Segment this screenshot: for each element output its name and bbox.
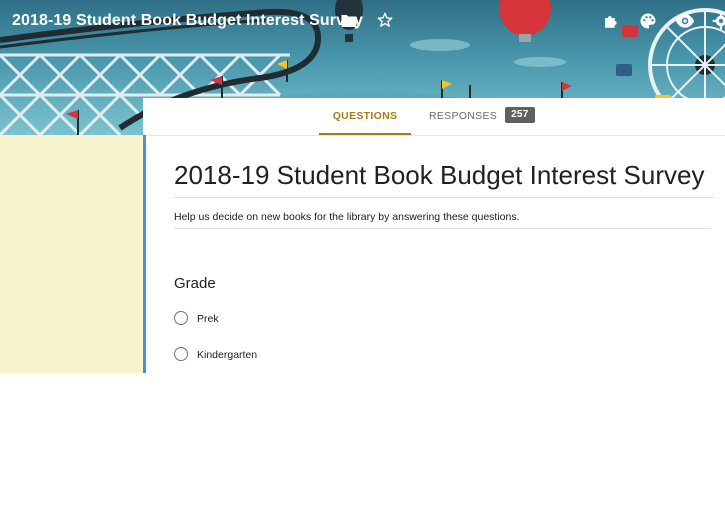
form-left-accent	[143, 135, 146, 373]
palette-icon[interactable]	[639, 12, 657, 30]
radio-button[interactable]	[174, 311, 188, 325]
tab-bar: QUESTIONS RESPONSES 257	[143, 98, 725, 136]
radio-option-label: Prek	[197, 313, 219, 325]
folder-icon[interactable]	[340, 13, 358, 29]
form-title-header[interactable]: 2018-19 Student Book Budget Interest Sur…	[12, 12, 363, 30]
tab-responses[interactable]: RESPONSES 257	[429, 98, 535, 135]
puzzle-icon[interactable]	[602, 12, 620, 30]
tab-questions[interactable]: QUESTIONS	[319, 98, 411, 135]
title-bar: 2018-19 Student Book Budget Interest Sur…	[0, 0, 725, 44]
radio-button[interactable]	[174, 347, 188, 361]
star-icon[interactable]	[376, 11, 394, 29]
responses-count-badge: 257	[505, 107, 535, 124]
form-description-field[interactable]: Help us decide on new books for the libr…	[174, 211, 711, 229]
question-title[interactable]: Grade	[174, 275, 216, 292]
eye-icon[interactable]	[675, 13, 695, 29]
tab-responses-label: RESPONSES	[429, 110, 498, 122]
form-card: QUESTIONS RESPONSES 257 2018-19 Student B…	[143, 98, 725, 373]
theme-background-panel	[0, 135, 143, 373]
gear-icon[interactable]	[712, 12, 725, 30]
radio-option-label: Kindergarten	[197, 349, 258, 361]
form-title-field[interactable]: 2018-19 Student Book Budget Interest Sur…	[174, 160, 714, 198]
